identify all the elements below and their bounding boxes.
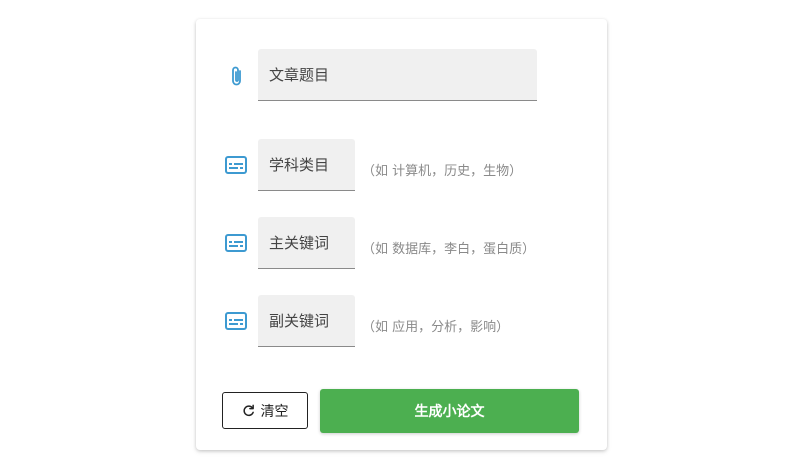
sub-keyword-hint: （如 应用，分析，影响） [362,320,510,335]
main-keyword-hint: （如 数据库，李白，蛋白质） [362,242,536,257]
clear-button[interactable]: 清空 [222,392,308,429]
subject-field[interactable] [258,139,355,191]
sub-keyword-input[interactable] [269,295,355,346]
subtitles-icon [225,232,247,254]
main-keyword-field[interactable] [258,217,355,269]
sub-keyword-field[interactable] [258,295,355,347]
subtitles-icon [225,310,247,332]
title-field[interactable] [258,49,537,101]
generate-essay-button[interactable]: 生成小论文 [320,389,579,433]
main-keyword-input[interactable] [269,217,355,268]
generate-button-label: 生成小论文 [414,403,485,419]
clear-button-label: 清空 [260,402,289,419]
refresh-icon [242,404,255,417]
subject-input[interactable] [269,139,355,190]
essay-form-card: （如 计算机，历史，生物） （如 数据库，李白，蛋白质） （如 应用，分析，影响… [196,19,607,450]
paperclip-icon [226,65,248,87]
subtitles-icon [225,154,247,176]
title-input[interactable] [269,49,537,100]
subject-hint: （如 计算机，历史，生物） [362,164,523,179]
